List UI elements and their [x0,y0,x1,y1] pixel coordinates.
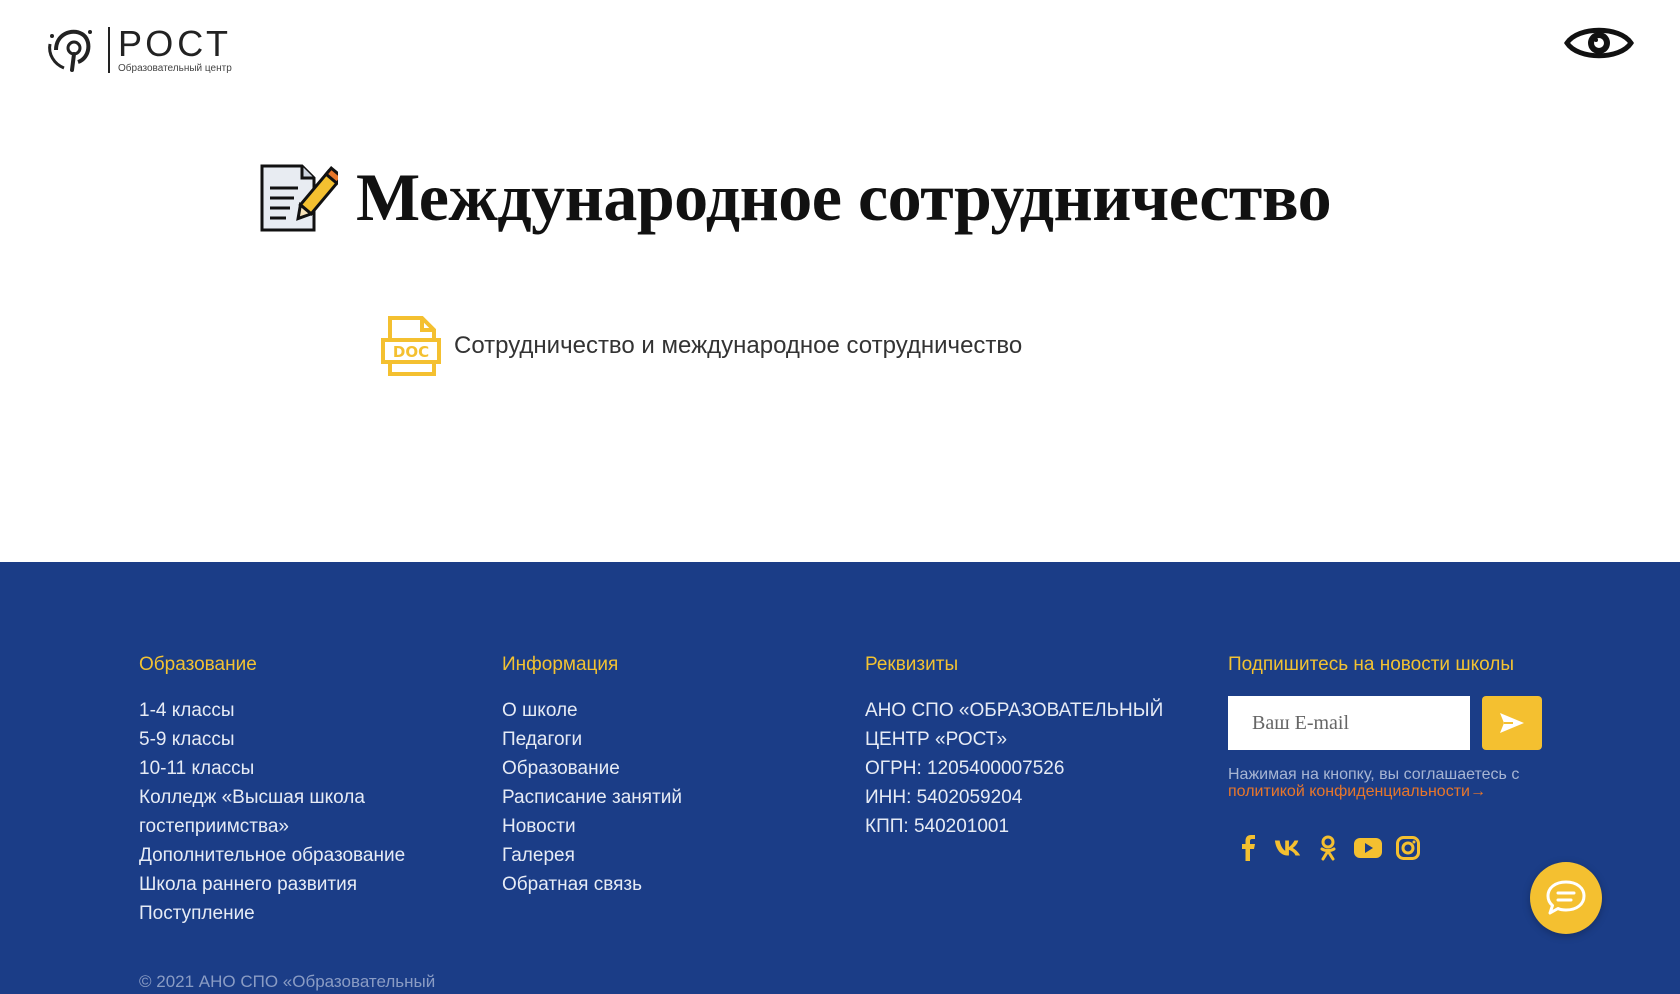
footer-heading-education: Образование [139,654,257,675]
footer-list-requisites: АНО СПО «ОБРАЗОВАТЕЛЬНЫЙ ЦЕНТР «РОСТ» ОГ… [865,696,1185,841]
odnoklassniki-icon[interactable] [1314,834,1342,862]
page-title-row: Международное сотрудничество [258,158,1332,237]
subscribe-form [1228,696,1558,750]
document-link[interactable]: DOC Сотрудничество и международное сотру… [380,314,1022,378]
footer-link-text[interactable]: Дополнительное образование [139,845,405,866]
footer-list-information: О школе Педагоги Образование Расписание … [502,696,822,899]
site-logo[interactable]: РОСТ Образовательный центр [46,24,232,76]
footer-heading-subscribe: Подпишитесь на новости школы [1228,654,1514,675]
logo-mark-icon [48,29,92,72]
logo-title: РОСТ [118,22,233,64]
requisite-line: ОГРН: 1205400007526 [865,758,1065,779]
footer-link-text[interactable]: Галерея [502,845,575,866]
footer-heading-information: Информация [502,654,619,675]
instagram-icon[interactable] [1394,834,1422,862]
footer-link-text[interactable]: О школе [502,700,578,721]
footer-link-text[interactable]: Новости [502,816,576,837]
social-links [1234,834,1558,862]
footer-link-text[interactable]: Образование [502,758,620,779]
vk-icon[interactable] [1274,834,1302,862]
site-footer: Образование 1-4 классы 5-9 классы 10-11 … [0,562,1680,994]
document-edit-icon [260,164,338,231]
requisite-line: ИНН: 5402059204 [865,787,1023,808]
requisite-line: ЦЕНТР «РОСТ» [865,729,1008,750]
footer-heading-requisites: Реквизиты [865,654,959,675]
page: РОСТ Образовательный центр Международное… [0,0,1680,994]
footer-link[interactable]: Дополнительное образование [139,841,459,870]
footer-column-subscribe: Подпишитесь на новости школы Нажимая на … [1228,654,1558,862]
footer-link[interactable]: Обратная связь [502,870,822,899]
footer-column-requisites: Реквизиты АНО СПО «ОБРАЗОВАТЕЛЬНЫЙ ЦЕНТР… [865,654,1185,841]
footer-link-text[interactable]: Поступление [139,903,255,924]
footer-link[interactable]: Галерея [502,841,822,870]
footer-link[interactable]: 10-11 классы [139,754,459,783]
footer-link[interactable]: Новости [502,812,822,841]
privacy-policy-link[interactable]: политикой конфиденциальности→ [1228,783,1486,800]
page-title: Международное сотрудничество [356,159,1332,235]
footer-link[interactable]: Колледж «Высшая школа [139,783,459,812]
footer-link[interactable]: 5-9 классы [139,725,459,754]
send-arrow-icon [1500,713,1524,733]
logo-text: РОСТ Образовательный центр [118,22,233,74]
requisite-line: КПП: 540201001 [865,816,1010,837]
footer-column-education: Образование 1-4 классы 5-9 классы 10-11 … [139,654,459,928]
eye-icon[interactable] [1564,20,1634,66]
footer-column-information: Информация О школе Педагоги Образование … [502,654,822,899]
email-field[interactable] [1228,696,1470,750]
doc-file-icon: DOC [381,316,441,376]
footer-link-text[interactable]: гостеприимства» [139,816,289,837]
site-header: РОСТ Образовательный центр [0,0,1680,100]
svg-text:DOC: DOC [393,343,429,361]
copyright-text: © 2021 АНО СПО «Образовательный [139,972,436,991]
footer-link-text[interactable]: 5-9 классы [139,729,235,750]
footer-list-education: 1-4 классы 5-9 классы 10-11 классы Колле… [139,696,459,928]
footer-link[interactable]: О школе [502,696,822,725]
footer-link[interactable]: Поступление [139,899,459,928]
footer-link-text[interactable]: Расписание занятий [502,787,682,808]
footer-link[interactable]: Школа раннего развития [139,870,459,899]
subscribe-button[interactable] [1482,696,1542,750]
youtube-icon[interactable] [1354,834,1382,862]
chat-bubble-icon [1546,880,1586,915]
footer-link-text[interactable]: 1-4 классы [139,700,235,721]
logo-divider [108,27,110,73]
footer-link[interactable]: Расписание занятий [502,783,822,812]
footer-link-text[interactable]: 10-11 классы [139,758,254,779]
footer-link-text[interactable]: Школа раннего развития [139,874,357,895]
footer-link-text[interactable]: Обратная связь [502,874,642,895]
chat-button[interactable] [1530,862,1602,934]
facebook-icon[interactable] [1234,834,1262,862]
footer-link[interactable]: гостеприимства» [139,812,459,841]
footer-link[interactable]: Образование [502,754,822,783]
footer-link[interactable]: 1-4 классы [139,696,459,725]
footer-link-text[interactable]: Колледж «Высшая школа [139,787,365,808]
document-link-label[interactable]: Сотрудничество и международное сотруднич… [454,332,1022,360]
logo-subtitle: Образовательный центр [118,62,232,74]
consent-text-body: Нажимая на кнопку, вы соглашаетесь с [1228,766,1520,783]
footer-link[interactable]: Педагоги [502,725,822,754]
consent-text: Нажимая на кнопку, вы соглашаетесь с пол… [1228,766,1548,800]
requisite-line: АНО СПО «ОБРАЗОВАТЕЛЬНЫЙ [865,700,1164,721]
footer-link-text[interactable]: Педагоги [502,729,582,750]
